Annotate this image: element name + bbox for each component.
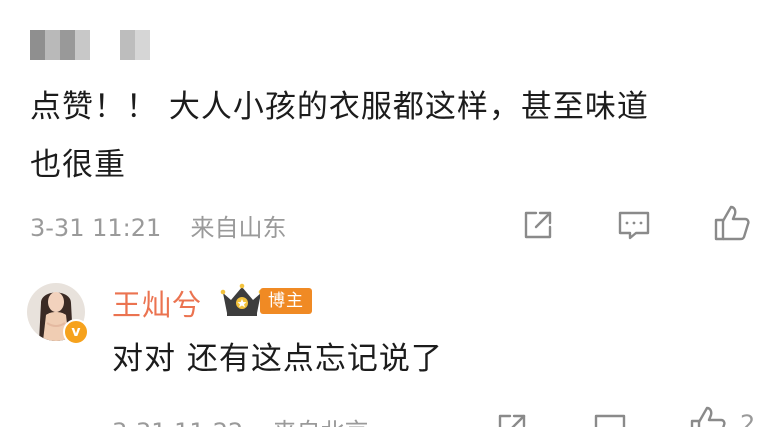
- blurred-username-part: [120, 30, 150, 60]
- comment-text-line1: 点赞！！ 大人小孩的衣服都这样，甚至味道: [30, 89, 649, 125]
- reply-share-icon[interactable]: [494, 410, 530, 427]
- comment-thread: 点赞！！ 大人小孩的衣服都这样，甚至味道 也很重 3-31 11:21 来自山东: [0, 0, 768, 427]
- blurred-username: [30, 30, 90, 60]
- reply-comment-icon[interactable]: [592, 410, 628, 427]
- blogger-badge: 博主: [260, 288, 312, 314]
- comment-text-line2: 也很重: [30, 147, 126, 183]
- comment-icon[interactable]: [616, 207, 652, 243]
- comment-timestamp: 3-31 11:21: [30, 214, 162, 242]
- verified-badge: v: [63, 319, 89, 345]
- reply-location: 来自北京: [273, 418, 369, 427]
- reply-body: 对对 还有这点忘记说了: [112, 341, 443, 377]
- reply-username[interactable]: 王灿兮: [112, 282, 202, 324]
- crown-icon: [220, 283, 264, 317]
- reply-like-count: 2: [740, 410, 756, 427]
- avatar[interactable]: v: [27, 283, 89, 345]
- comment-meta: 3-31 11:21 来自山东: [30, 208, 287, 243]
- reply-timestamp: 3-31 11:22: [112, 418, 243, 427]
- like-icon[interactable]: [712, 203, 752, 243]
- comment-location: 来自山东: [190, 214, 287, 242]
- share-icon[interactable]: [520, 207, 556, 243]
- comment-body: 点赞！！ 大人小孩的衣服都这样，甚至味道 也很重: [30, 78, 765, 194]
- reply-meta: 3-31 11:22 来自北京: [112, 412, 369, 427]
- reply-like-icon[interactable]: [688, 404, 728, 427]
